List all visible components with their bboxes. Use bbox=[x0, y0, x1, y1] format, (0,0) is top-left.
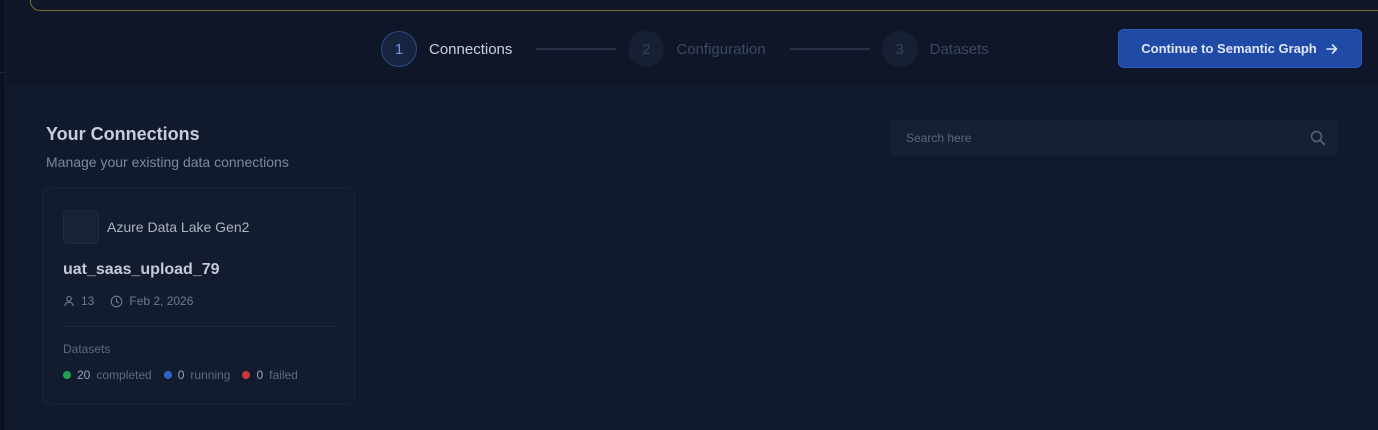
step-connector bbox=[536, 48, 617, 50]
datasets-label: Datasets bbox=[63, 342, 111, 356]
continue-to-semantic-graph-button[interactable]: Continue to Semantic Graph bbox=[1118, 29, 1362, 68]
connection-card[interactable]: Azure Data Lake Gen2 uat_saas_upload_79 … bbox=[42, 187, 355, 405]
page-subtitle: Manage your existing data connections bbox=[46, 154, 289, 170]
search-input[interactable] bbox=[890, 120, 1290, 156]
connection-logo bbox=[63, 210, 99, 244]
completed-label: completed bbox=[96, 368, 152, 382]
card-divider bbox=[63, 326, 336, 327]
completed-count: 20 bbox=[77, 368, 91, 382]
step-label: Configuration bbox=[676, 40, 766, 58]
step-label: Connections bbox=[429, 40, 513, 58]
failed-count: 0 bbox=[256, 368, 264, 382]
top-banner bbox=[30, 0, 1378, 11]
completed-status-dot bbox=[63, 371, 71, 379]
step-datasets[interactable]: 3 Datasets bbox=[881, 31, 989, 67]
step-number: 2 bbox=[628, 31, 665, 67]
step-label: Datasets bbox=[929, 40, 989, 58]
search-icon[interactable] bbox=[1310, 130, 1326, 146]
dataset-stats: 20 completed 0 running 0 failed bbox=[63, 368, 310, 382]
running-status-dot bbox=[163, 371, 172, 379]
step-connector bbox=[789, 48, 870, 50]
top-bar: 1 Connections 2 Configuration 3 Datasets… bbox=[6, 11, 1378, 87]
running-count: 0 bbox=[177, 368, 185, 382]
connection-name: uat_saas_upload_79 bbox=[63, 261, 220, 278]
step-configuration[interactable]: 2 Configuration bbox=[628, 31, 766, 67]
step-number: 1 bbox=[381, 31, 417, 67]
connection-date: Feb 2, 2026 bbox=[129, 294, 194, 308]
step-number: 3 bbox=[881, 31, 918, 67]
connection-source-type: Azure Data Lake Gen2 bbox=[107, 219, 250, 235]
connection-meta: 13 Feb 2, 2026 bbox=[63, 294, 193, 308]
continue-button-label: Continue to Semantic Graph bbox=[1141, 41, 1317, 56]
failed-status-dot bbox=[242, 371, 251, 379]
running-label: running bbox=[190, 368, 231, 382]
main-content: Your Connections Manage your existing da… bbox=[6, 88, 1378, 430]
users-count: 13 bbox=[81, 294, 95, 308]
page-title: Your Connections bbox=[46, 124, 200, 144]
stepper: 1 Connections 2 Configuration 3 Datasets bbox=[381, 31, 989, 67]
step-connections[interactable]: 1 Connections bbox=[381, 31, 512, 67]
failed-label: failed bbox=[269, 368, 298, 382]
clock-icon bbox=[111, 295, 123, 307]
user-icon bbox=[64, 295, 74, 307]
search-box bbox=[890, 120, 1338, 156]
arrow-right-icon bbox=[1325, 43, 1338, 54]
